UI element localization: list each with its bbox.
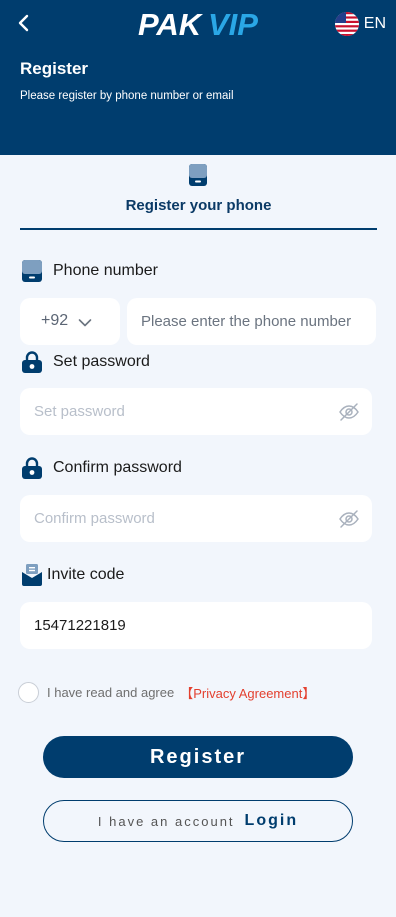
tab-label: Register your phone [125, 197, 272, 214]
privacy-agreement-link[interactable]: 【Privacy Agreement】 [180, 683, 315, 702]
agreement-row: I have read and agree 【Privacy Agreement… [18, 681, 315, 703]
invite-label-row: Invite code [21, 563, 124, 587]
language-label: EN [363, 15, 386, 32]
phone-icon [188, 164, 208, 186]
svg-text:PAK: PAK [138, 7, 204, 40]
login-label: Login [244, 812, 299, 829]
invite-label: Invite code [47, 566, 125, 583]
invite-code-input[interactable] [20, 602, 372, 649]
password-input-box [20, 388, 372, 435]
lock-icon [21, 456, 43, 480]
language-switcher[interactable]: EN [334, 12, 386, 36]
agree-radio[interactable] [18, 681, 39, 703]
tab-register-phone[interactable]: Register your phone [20, 160, 377, 230]
page-title: Register [20, 59, 89, 78]
phone-input[interactable] [127, 298, 376, 345]
phone-icon [21, 259, 43, 283]
tab-underline [20, 228, 377, 230]
svg-text:VIP: VIP [208, 7, 258, 40]
pakvip-logo: PAK VIP [138, 7, 258, 40]
chevron-down-icon [78, 315, 92, 333]
invite-icon [21, 563, 43, 587]
password-label-row: Set password [21, 350, 150, 374]
header: PAK VIP EN Register Please register by p… [0, 0, 396, 155]
confirm-password-input[interactable] [20, 495, 372, 542]
password-input[interactable] [20, 388, 372, 435]
eye-off-icon[interactable] [338, 401, 360, 423]
register-button[interactable]: Register [43, 736, 353, 778]
phone-input-box [127, 298, 376, 345]
confirm-input-box [20, 495, 372, 542]
confirm-label-row: Confirm password [21, 456, 182, 480]
have-account-text: I have an account [97, 813, 235, 829]
page-subtitle: Please register by phone number or email [20, 90, 234, 102]
eye-off-icon[interactable] [338, 508, 360, 530]
login-button[interactable]: I have an account Login [43, 800, 353, 842]
us-flag-icon [334, 12, 359, 36]
country-code-select[interactable]: +92 [20, 298, 120, 345]
back-icon[interactable] [12, 10, 38, 36]
lock-icon [21, 350, 43, 374]
phone-label-row: Phone number [21, 259, 158, 283]
password-label: Set password [53, 353, 150, 370]
invite-input-box [20, 602, 372, 649]
phone-label: Phone number [53, 262, 158, 279]
agreement-text: I have read and agree [47, 684, 175, 700]
confirm-label: Confirm password [53, 459, 182, 476]
country-code-value: +92 [41, 312, 69, 329]
